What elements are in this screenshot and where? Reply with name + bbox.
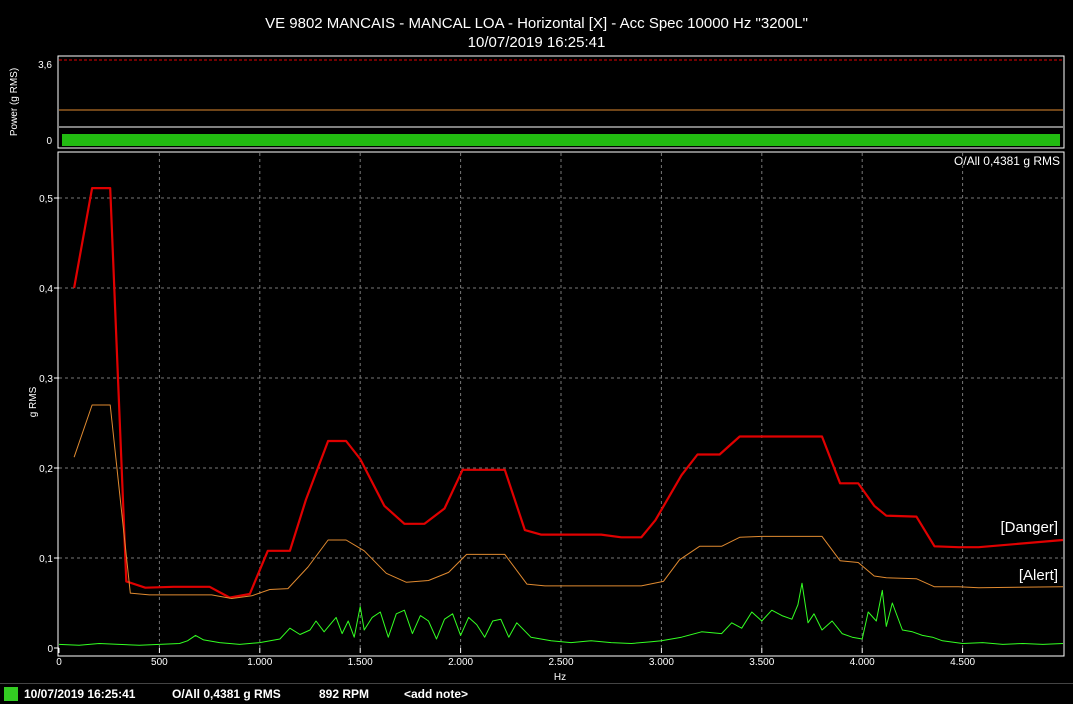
series-line-alert — [73, 404, 1064, 599]
power-ytick-top: 3,6 — [38, 60, 52, 71]
power-ytick-zero: 0 — [46, 136, 52, 147]
y-ticks: 0 0,1 0,2 0,3 0,4 0,5 — [39, 194, 59, 655]
danger-label: [Danger] — [1000, 519, 1058, 536]
y-tick-label: 0,1 — [39, 554, 53, 565]
x-tick-label: 500 — [151, 657, 168, 668]
alert-label: [Alert] — [1019, 567, 1058, 584]
power-ylabel: Power (g RMS) — [9, 68, 20, 136]
x-tick-label: 3.500 — [749, 657, 774, 668]
spectrum-color-swatch — [4, 687, 18, 701]
x-tick-label: 3.000 — [649, 657, 674, 668]
status-overall: O/All 0,4381 g RMS — [172, 687, 281, 701]
status-rpm: 892 RPM — [319, 687, 370, 701]
spectrum-chart: 3,6 0 Power (g RMS) O/All 0,4381 g RMS 0… — [9, 55, 1065, 683]
y-tick-label: 0,2 — [39, 464, 53, 475]
x-axis-label: Hz — [554, 672, 566, 683]
y-axis-label: g RMS — [28, 386, 39, 417]
x-tick-label: 2.500 — [548, 657, 573, 668]
overall-readout: O/All 0,4381 g RMS — [954, 154, 1060, 168]
add-note-link[interactable]: <add note> — [404, 687, 468, 701]
x-tick-label: 4.500 — [950, 657, 975, 668]
x-tick-label: 1.500 — [348, 657, 373, 668]
status-date: 10/07/2019 16:25:41 — [24, 687, 136, 701]
grid — [59, 153, 1063, 648]
x-ticks: 0 500 1.000 1.500 2.000 2.500 3.000 3.500 4.000 4… — [56, 648, 976, 668]
y-tick-label: 0,4 — [39, 284, 53, 295]
y-tick-label: 0,5 — [39, 194, 53, 205]
x-tick-label: 0 — [56, 657, 62, 668]
y-tick-label: 0,3 — [39, 374, 53, 385]
power-panel: 3,6 0 Power (g RMS) — [9, 55, 1065, 149]
status-bar: 10/07/2019 16:25:41 O/All 0,4381 g RMS 8… — [0, 683, 1073, 704]
power-overall-bar — [62, 134, 1060, 146]
series-line-danger — [73, 187, 1064, 599]
y-tick-label: 0 — [47, 644, 53, 655]
x-tick-label: 1.000 — [247, 657, 272, 668]
x-tick-label: 4.000 — [850, 657, 875, 668]
x-tick-label: 2.000 — [448, 657, 473, 668]
